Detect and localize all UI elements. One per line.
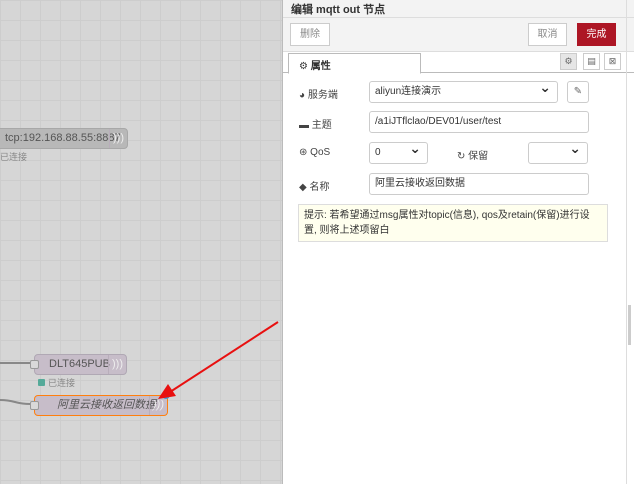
retain-select[interactable] (528, 138, 588, 164)
qos-icon: ⊛ (299, 147, 311, 158)
gear-icon: ⚙ (299, 61, 311, 72)
name-label: ◆ 名称 (299, 182, 330, 193)
topic-input[interactable]: /a1iJTflclao/DEV01/user/test (369, 111, 589, 133)
cancel-button[interactable]: 取消 (528, 23, 567, 46)
tip-box: 提示: 若希望通过msg属性对topic(信息), qos及retain(保留)… (298, 204, 608, 242)
dlt645pub-node[interactable]: DLT645PUB))) (30, 354, 127, 375)
qos-select[interactable]: 0 (369, 138, 428, 164)
globe-icon: ◕ (299, 90, 308, 101)
tasks-icon: ▬ (299, 120, 312, 131)
done-button[interactable]: 完成 (577, 23, 616, 46)
changed-indicator-icon (162, 391, 170, 399)
status-dot-icon (38, 379, 45, 386)
server-label: ◕ 服务端 (299, 90, 338, 101)
retain-label: ↻ 保留 (457, 151, 489, 162)
scrollbar[interactable] (626, 0, 632, 484)
input-port[interactable] (30, 401, 39, 410)
node-status: 已连接 (38, 376, 75, 389)
button-row: 删除 取消 完成 (283, 18, 634, 52)
wire (0, 399, 31, 405)
name-input[interactable]: 阿里云接收返回数据 (369, 173, 589, 195)
wireless-icon: ))) (108, 355, 126, 374)
scrollbar-thumb[interactable] (628, 305, 631, 345)
input-port[interactable] (30, 360, 39, 369)
settings-gear-icon[interactable]: ⚙ (560, 53, 577, 70)
flow-canvas[interactable]: tcp:192.168.88.55:8887))) 已连接 DLT645PUB)… (0, 0, 282, 484)
tab-bar: ⚙ 属性 ⚙ ▤ ⊠ (283, 52, 634, 74)
aliyun-receive-node[interactable]: 阿里云接收返回数据))) (30, 391, 170, 416)
history-icon: ↻ (457, 151, 469, 162)
tab-properties[interactable]: ⚙ 属性 (288, 53, 421, 74)
topic-label: ▬ 主题 (299, 120, 332, 131)
qos-label: ⊛ QoS (299, 147, 331, 158)
panel-title: 编辑 mqtt out 节点 (283, 0, 634, 18)
delete-button[interactable]: 删除 (290, 23, 330, 46)
tag-icon: ◆ (299, 182, 310, 193)
edit-pencil-icon[interactable]: ✎ (567, 81, 589, 103)
edit-node-panel: 编辑 mqtt out 节点 删除 取消 完成 ⚙ 属性 ⚙ ▤ ⊠ ◕ 服务端… (282, 0, 634, 484)
appearance-icon[interactable]: ⊠ (604, 53, 621, 70)
server-select[interactable]: aliyun连接演示 (369, 77, 558, 103)
description-icon[interactable]: ▤ (583, 53, 600, 70)
